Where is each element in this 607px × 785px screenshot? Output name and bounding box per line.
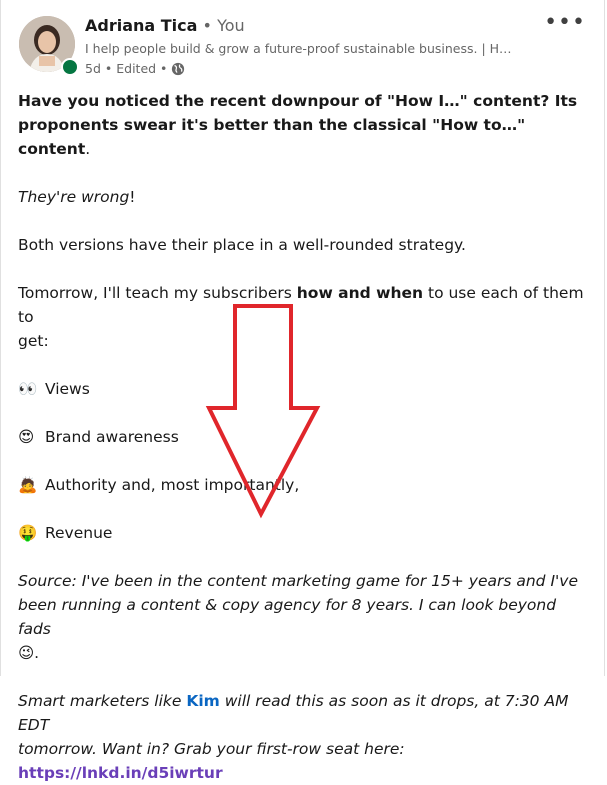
list-item-label: Brand awareness (44, 428, 179, 446)
post-edited: • Edited • (104, 61, 168, 76)
author-headline: I help people build & grow a future-proo… (85, 41, 512, 56)
source-line-1: Source: I've been in the content marketi… (18, 572, 578, 590)
post-time[interactable]: 5d (85, 61, 101, 76)
source-end: . (34, 644, 40, 662)
bowing-person-emoji-icon: 🙇 (18, 476, 38, 494)
source-line-3: 😉. (18, 641, 590, 665)
intro-line-2-text: proponents swear it's better than the cl… (18, 116, 526, 158)
list-item-label: Authority and, most importantly, (44, 476, 300, 494)
list-item-label: Revenue (44, 524, 113, 542)
tomorrow-end: get: (18, 332, 49, 350)
eyes-emoji-icon: 👀 (18, 380, 38, 398)
versions-line: Both versions have their place in a well… (18, 236, 466, 254)
mention-link[interactable]: Kim (186, 692, 219, 710)
globe-icon (172, 62, 185, 75)
smart-line-1: Smart marketers like Kim will read this … (18, 689, 590, 737)
list-item: 🤑 Revenue (18, 521, 590, 545)
list-item: 👀 Views (18, 377, 590, 401)
money-mouth-emoji-icon: 🤑 (18, 524, 38, 542)
post-card: Adriana Tica • You I help people build &… (0, 0, 605, 782)
post-meta: 5d • Edited • (85, 61, 185, 76)
tomorrow-pre: Tomorrow, I'll teach my subscribers (18, 284, 297, 302)
heart-eyes-emoji-icon: 😍 (18, 428, 35, 446)
smart-line-2: tomorrow. Want in? Grab your first-row s… (18, 737, 590, 785)
list-item-label: Views (44, 380, 90, 398)
smart-line-2-text: tomorrow. Want in? Grab your first-row s… (18, 740, 405, 758)
intro-line-1: Have you noticed the recent downpour of … (18, 92, 578, 110)
list-item: 😍 Brand awareness (18, 425, 590, 449)
intro-period: . (85, 140, 91, 158)
wrong-end: ! (129, 188, 136, 206)
post-url-link[interactable]: https://lnkd.in/d5iwrtur (18, 764, 223, 782)
tomorrow-bold: how and when (296, 284, 424, 302)
intro-line-2: proponents swear it's better than the cl… (18, 113, 590, 161)
source-line-2: been running a content & copy agency for… (18, 596, 557, 638)
wrong-text: They're wrong (18, 188, 130, 206)
tomorrow-line: Tomorrow, I'll teach my subscribers how … (18, 281, 590, 329)
author-name[interactable]: Adriana Tica (85, 16, 197, 35)
wrong-line: They're wrong! (18, 185, 590, 209)
post-header: Adriana Tica • You I help people build &… (17, 12, 588, 82)
smart-pre: Smart marketers like (18, 692, 187, 710)
author-line: Adriana Tica • You (85, 16, 245, 35)
online-status-icon (61, 58, 79, 76)
wink-emoji-icon: 😉 (18, 644, 35, 662)
more-options-icon[interactable]: ••• (544, 12, 586, 34)
list-item: 🙇 Authority and, most importantly, (18, 473, 590, 497)
author-relation: • You (202, 16, 245, 35)
post-body: Have you noticed the recent downpour of … (18, 89, 590, 785)
